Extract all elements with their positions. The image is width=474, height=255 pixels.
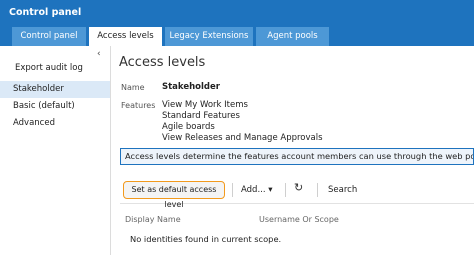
toolbar-divider [317,183,318,197]
features-label: Features [121,101,156,110]
column-header-username[interactable]: Username Or Scope [259,215,339,224]
toolbar-divider [232,183,233,197]
collapse-icon[interactable]: ‹ [97,49,101,59]
page-title: Access levels [119,55,206,70]
sidebar-item-advanced[interactable]: Advanced [0,115,110,132]
app-title: Control panel [9,7,82,18]
feature-item: View My Work Items [162,100,248,110]
feature-item: Agile boards [162,122,215,132]
tab-strip: Control panel Access levels Legacy Exten… [0,27,474,46]
add-dropdown-button[interactable]: Add... ▾ [241,185,273,195]
toolbar: Set as default access level Add... ▾ ↻ S… [120,177,474,209]
add-label: Add... [241,185,266,195]
refresh-icon[interactable]: ↻ [294,181,303,194]
feature-item: View Releases and Manage Approvals [162,133,323,143]
feature-item: Standard Features [162,111,240,121]
main-panel: Access levels Name Stakeholder Features … [111,46,474,255]
empty-state-message: No identities found in current scope. [130,234,282,244]
sidebar-item-stakeholder[interactable]: Stakeholder [0,81,110,98]
sidebar-item-basic[interactable]: Basic (default) [0,98,110,115]
tab-access-levels[interactable]: Access levels [89,27,162,46]
tab-legacy-extensions[interactable]: Legacy Extensions [165,27,253,46]
tab-control-panel[interactable]: Control panel [12,27,86,46]
sidebar: ‹ Export audit log Stakeholder Basic (de… [0,46,111,255]
info-banner: Access levels determine the features acc… [120,148,474,165]
set-default-access-level-button[interactable]: Set as default access level [123,181,225,209]
name-value: Stakeholder [162,82,220,92]
tab-agent-pools[interactable]: Agent pools [256,27,329,46]
search-button[interactable]: Search [328,185,357,195]
title-bar: Control panel [0,0,474,27]
column-header-display-name[interactable]: Display Name [125,215,181,224]
export-audit-log-link[interactable]: Export audit log [15,63,83,73]
name-label: Name [121,83,145,92]
toolbar-divider [285,183,286,197]
chevron-down-icon: ▾ [268,185,273,195]
